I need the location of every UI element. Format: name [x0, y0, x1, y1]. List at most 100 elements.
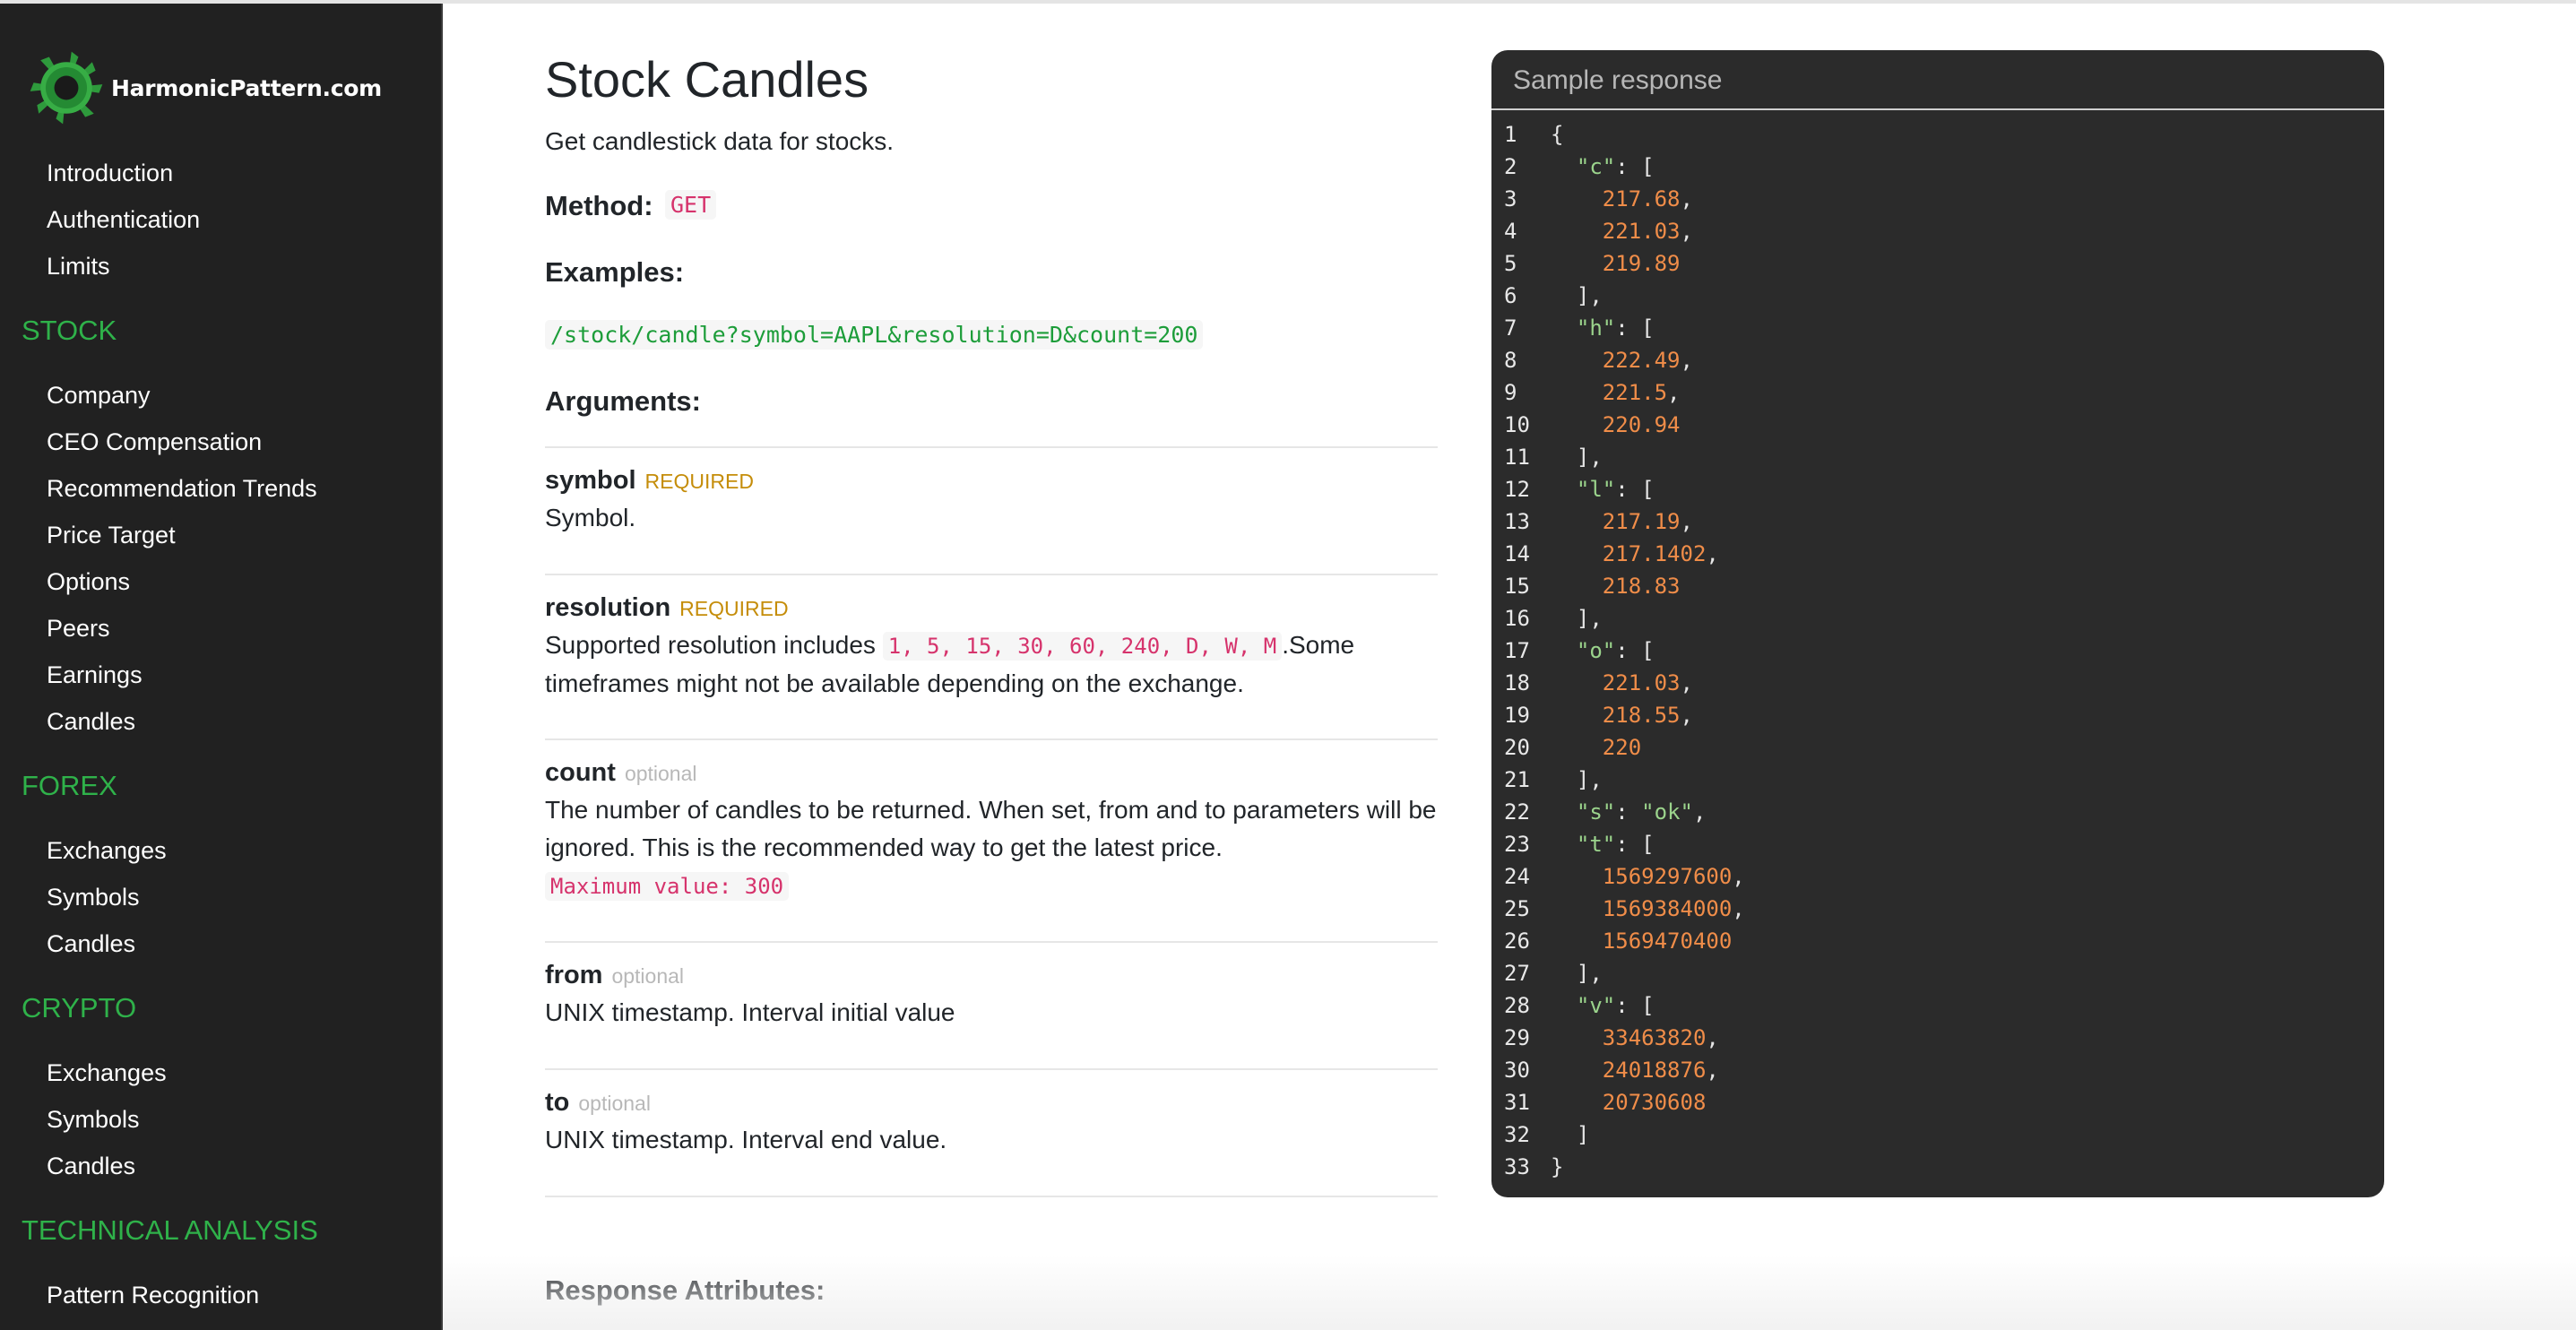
- json-punctuation: [1551, 538, 1603, 570]
- code-line: 13 217.19,: [1504, 505, 1745, 538]
- json-key: "c": [1576, 154, 1616, 179]
- line-number: 24: [1504, 864, 1530, 889]
- nav-stock-price-target[interactable]: Price Target: [47, 520, 176, 550]
- optional-badge: optional: [578, 1092, 651, 1115]
- line-number: 8: [1504, 348, 1517, 373]
- nav-forex-symbols[interactable]: Symbols: [47, 882, 140, 912]
- nav-authentication[interactable]: Authentication: [47, 204, 200, 235]
- json-punctuation: [1551, 473, 1577, 505]
- arg-name: from: [545, 961, 603, 989]
- example-url-link[interactable]: /stock/candle?symbol=AAPL&resolution=D&c…: [545, 320, 1204, 350]
- line-number: 21: [1504, 767, 1530, 792]
- required-badge: REQUIRED: [644, 470, 754, 493]
- line-number: 11: [1504, 445, 1530, 470]
- nav-forex-candles[interactable]: Candles: [47, 928, 135, 959]
- nav-forex-exchanges[interactable]: Exchanges: [47, 835, 167, 866]
- json-punctuation: : [: [1615, 154, 1655, 179]
- json-key: "o": [1576, 638, 1616, 663]
- json-number: 222.49: [1602, 348, 1681, 373]
- code-line: 32 ]: [1504, 1118, 1745, 1151]
- json-punctuation: ,: [1706, 541, 1719, 566]
- line-number: 32: [1504, 1122, 1530, 1147]
- json-punctuation: [1551, 409, 1603, 441]
- json-punctuation: [1551, 376, 1603, 409]
- json-number: 221.03: [1602, 670, 1681, 695]
- line-number: 25: [1504, 896, 1530, 921]
- code-line: 15 218.83: [1504, 570, 1745, 602]
- json-key: "l": [1576, 477, 1616, 502]
- nav-stock-peers[interactable]: Peers: [47, 613, 110, 643]
- code-line: 19 218.55,: [1504, 699, 1745, 731]
- nav-crypto-candles[interactable]: Candles: [47, 1151, 135, 1181]
- nav-stock-candles[interactable]: Candles: [47, 706, 135, 737]
- json-number: 1569470400: [1602, 928, 1733, 954]
- nav-pattern-recognition[interactable]: Pattern Recognition: [47, 1280, 259, 1310]
- line-number: 2: [1504, 154, 1517, 179]
- code-line: 27 ],: [1504, 957, 1745, 989]
- json-key: "s": [1576, 799, 1616, 825]
- json-punctuation: ,: [1732, 864, 1745, 889]
- divider: [545, 738, 1438, 740]
- json-punctuation: [1551, 989, 1577, 1022]
- nav-stock-recommendation-trends[interactable]: Recommendation Trends: [47, 473, 317, 504]
- json-punctuation: :: [1615, 799, 1642, 825]
- line-number: 20: [1504, 735, 1530, 760]
- json-number: 1569384000: [1602, 896, 1733, 921]
- divider: [545, 941, 1438, 943]
- json-number: 33463820: [1602, 1025, 1707, 1050]
- nav-crypto-symbols[interactable]: Symbols: [47, 1104, 140, 1135]
- json-punctuation: : [: [1615, 477, 1655, 502]
- page-title: Stock Candles: [545, 51, 869, 108]
- json-number: 219.89: [1602, 251, 1681, 276]
- section-stock[interactable]: STOCK: [22, 314, 117, 348]
- nav-stock-ceo-compensation[interactable]: CEO Compensation: [47, 427, 262, 457]
- nav-stock-company[interactable]: Company: [47, 380, 151, 410]
- json-string: "ok": [1641, 799, 1693, 825]
- json-number: 24018876: [1602, 1058, 1707, 1083]
- divider: [545, 1068, 1438, 1070]
- code-line: 10 220.94: [1504, 409, 1745, 441]
- json-punctuation: }: [1551, 1154, 1564, 1179]
- json-punctuation: ],: [1551, 283, 1603, 308]
- line-number: 19: [1504, 703, 1530, 728]
- line-number: 5: [1504, 251, 1517, 276]
- nav-crypto-exchanges[interactable]: Exchanges: [47, 1058, 167, 1088]
- line-number: 30: [1504, 1058, 1530, 1083]
- code-line: 2 "c": [: [1504, 151, 1745, 183]
- optional-badge: optional: [611, 964, 685, 988]
- line-number: 27: [1504, 961, 1530, 986]
- line-number: 12: [1504, 477, 1530, 502]
- json-number: 221.5: [1602, 380, 1668, 405]
- section-crypto[interactable]: CRYPTO: [22, 991, 136, 1025]
- sidebar: HarmonicPattern.com Introduction Authent…: [0, 4, 443, 1330]
- divider: [545, 574, 1438, 575]
- json-punctuation: [1551, 1054, 1603, 1086]
- json-punctuation: ,: [1680, 703, 1693, 728]
- code-line: 20 220: [1504, 731, 1745, 764]
- json-punctuation: ,: [1732, 896, 1745, 921]
- line-number: 3: [1504, 186, 1517, 212]
- line-number: 10: [1504, 412, 1530, 437]
- arg-description-text: Supported resolution includes: [545, 631, 876, 659]
- section-forex[interactable]: FOREX: [22, 769, 117, 803]
- line-number: 31: [1504, 1090, 1530, 1115]
- page-description: Get candlestick data for stocks.: [545, 127, 895, 155]
- json-punctuation: [1551, 505, 1603, 538]
- nav-stock-options[interactable]: Options: [47, 566, 130, 597]
- arg-name: to: [545, 1088, 570, 1117]
- json-punctuation: : [: [1615, 993, 1655, 1018]
- json-punctuation: ],: [1551, 606, 1603, 631]
- line-number: 4: [1504, 219, 1517, 244]
- arg-resolution: resolution REQUIRED: [545, 592, 789, 625]
- code-line: 8 222.49,: [1504, 344, 1745, 376]
- nav-stock-earnings[interactable]: Earnings: [47, 660, 143, 690]
- brand[interactable]: HarmonicPattern.com: [23, 45, 382, 131]
- section-technical-analysis[interactable]: TECHNICAL ANALYSIS: [22, 1213, 318, 1248]
- json-punctuation: [1551, 1086, 1603, 1118]
- examples-label: Examples:: [545, 256, 685, 288]
- arg-description-text: The number of candles to be returned. Wh…: [545, 796, 1437, 861]
- nav-limits[interactable]: Limits: [47, 251, 110, 281]
- divider: [545, 446, 1438, 448]
- logo-icon: [30, 51, 103, 125]
- nav-introduction[interactable]: Introduction: [47, 158, 173, 188]
